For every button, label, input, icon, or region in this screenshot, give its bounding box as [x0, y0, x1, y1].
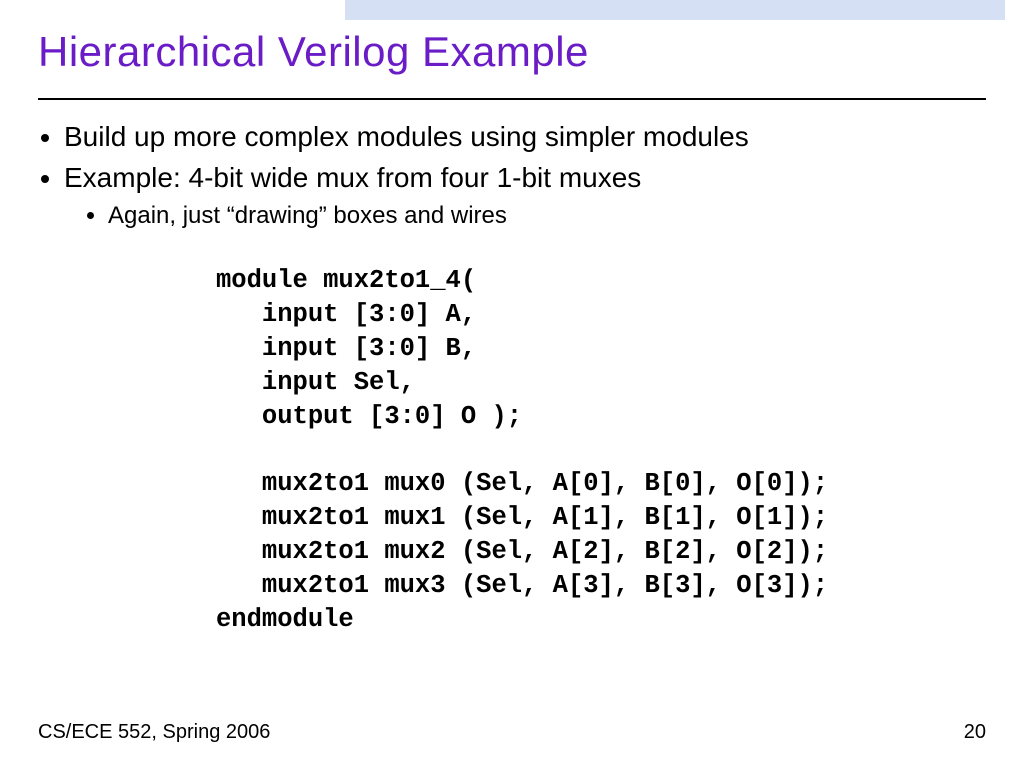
bullet-item: Example: 4-bit wide mux from four 1-bit …: [64, 159, 986, 233]
slide-body: Build up more complex modules using simp…: [38, 118, 986, 234]
code-block: module mux2to1_4( input [3:0] A, input […: [216, 264, 828, 637]
footer-page-number: 20: [964, 721, 986, 744]
title-underline: [38, 98, 986, 100]
decorative-top-band: [345, 0, 1005, 20]
sub-bullet-list: Again, just “drawing” boxes and wires: [64, 199, 986, 232]
slide-title: Hierarchical Verilog Example: [38, 28, 589, 76]
sub-bullet-item: Again, just “drawing” boxes and wires: [108, 199, 986, 232]
bullet-text: Example: 4-bit wide mux from four 1-bit …: [64, 162, 641, 193]
footer-course: CS/ECE 552, Spring 2006: [38, 721, 270, 744]
bullet-item: Build up more complex modules using simp…: [64, 118, 986, 157]
bullet-list: Build up more complex modules using simp…: [38, 118, 986, 232]
slide: Hierarchical Verilog Example Build up mo…: [0, 0, 1024, 768]
